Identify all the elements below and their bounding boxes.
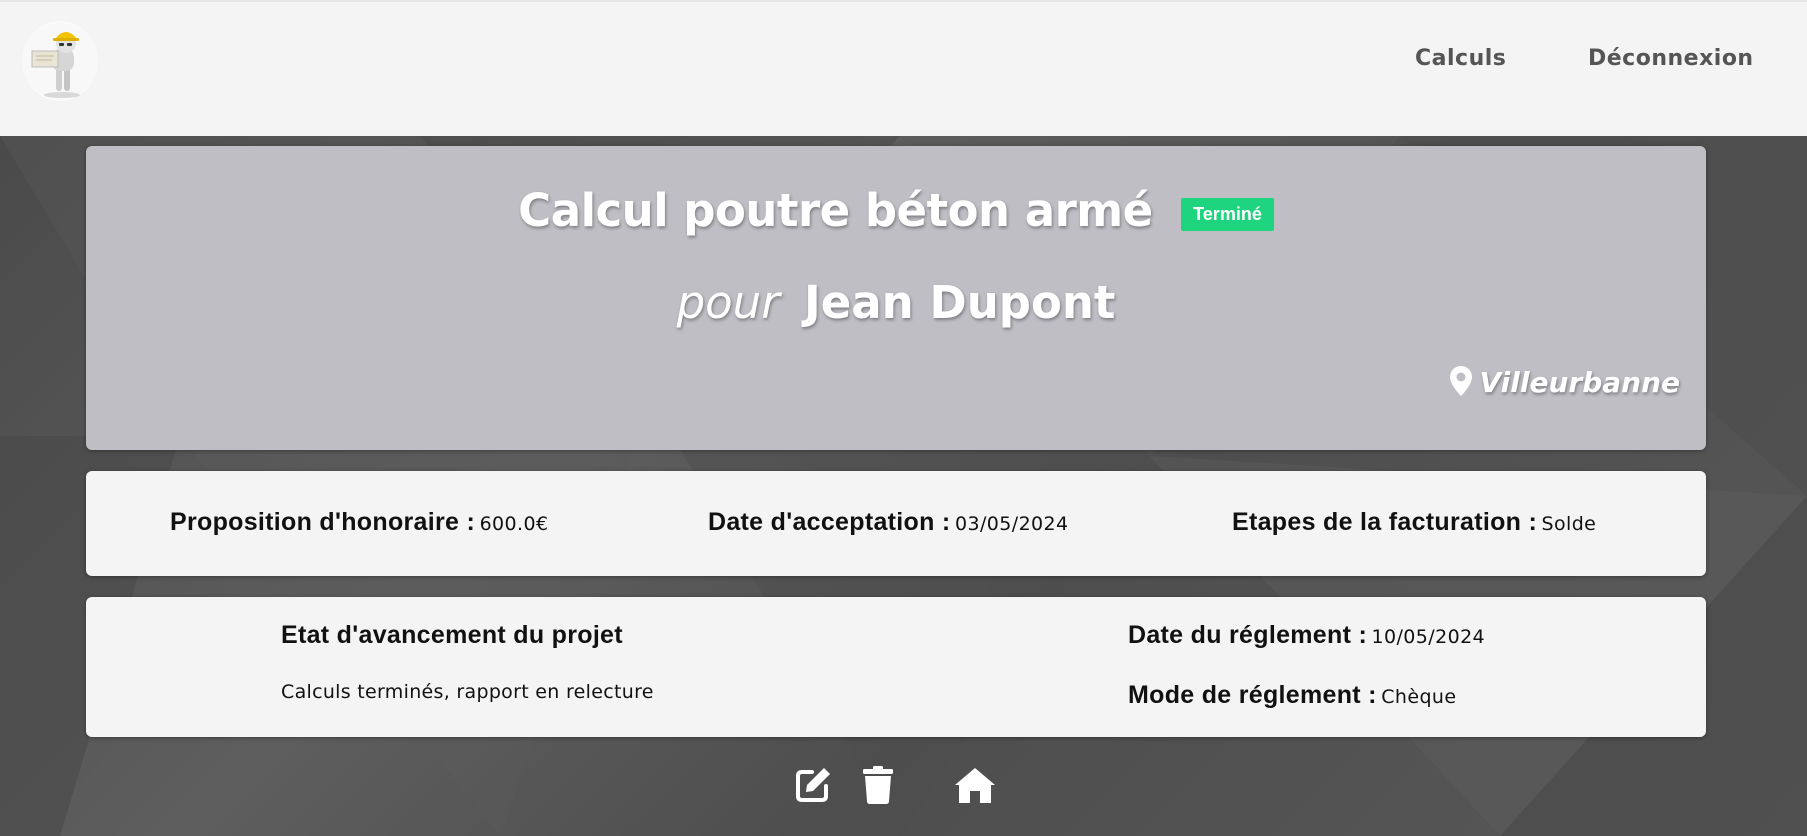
etapes-value: Solde bbox=[1541, 513, 1597, 535]
project-details-card: Etat d'avancement du projet Calculs term… bbox=[86, 597, 1706, 737]
etapes-field: Etapes de la facturation : Solde bbox=[1232, 508, 1596, 537]
reglement-mode-field: Mode de réglement : Chèque bbox=[1128, 681, 1456, 710]
client-row: pour Jean Dupont bbox=[86, 276, 1706, 329]
reglement-date-field: Date du réglement : 10/05/2024 bbox=[1128, 621, 1485, 650]
delete-button[interactable] bbox=[862, 766, 894, 809]
reglement-date-value: 10/05/2024 bbox=[1371, 626, 1486, 648]
reglement-date-label: Date du réglement : bbox=[1128, 621, 1368, 649]
home-icon bbox=[955, 768, 995, 803]
project-title: Calcul poutre béton armé bbox=[518, 184, 1153, 237]
project-title-row: Calcul poutre béton armé Terminé bbox=[86, 184, 1706, 237]
home-button[interactable] bbox=[954, 766, 996, 809]
nav-link-calculs[interactable]: Calculs bbox=[1415, 46, 1506, 71]
client-prefix: pour bbox=[676, 276, 780, 329]
engineer-mascot-logo-icon bbox=[22, 23, 98, 99]
etat-title: Etat d'avancement du projet bbox=[281, 621, 623, 649]
location-label: Villeurbanne bbox=[1479, 366, 1681, 399]
project-header-card: Calcul poutre béton armé Terminé pour Je… bbox=[86, 146, 1706, 450]
billing-info-card: Proposition d'honoraire : 600.0€ Date d'… bbox=[86, 471, 1706, 576]
nav-link-deconnexion[interactable]: Déconnexion bbox=[1588, 46, 1754, 71]
honoraire-label: Proposition d'honoraire : bbox=[170, 508, 476, 536]
status-badge: Terminé bbox=[1181, 198, 1274, 231]
honoraire-field: Proposition d'honoraire : 600.0€ bbox=[170, 508, 548, 537]
acceptation-field: Date d'acceptation : 03/05/2024 bbox=[708, 508, 1069, 537]
client-name: Jean Dupont bbox=[804, 276, 1116, 329]
etat-field: Etat d'avancement du projet bbox=[281, 621, 623, 650]
reglement-mode-label: Mode de réglement : bbox=[1128, 681, 1377, 709]
top-navbar: Calculs Déconnexion bbox=[0, 0, 1807, 136]
trash-icon bbox=[863, 766, 893, 804]
edit-icon bbox=[796, 768, 830, 802]
map-marker-icon bbox=[1449, 366, 1472, 396]
honoraire-value: 600.0€ bbox=[479, 513, 549, 535]
acceptation-value: 03/05/2024 bbox=[955, 513, 1069, 535]
reglement-mode-value: Chèque bbox=[1381, 686, 1457, 708]
project-location: Villeurbanne bbox=[1449, 366, 1681, 399]
edit-button[interactable] bbox=[794, 766, 832, 809]
acceptation-label: Date d'acceptation : bbox=[708, 508, 951, 536]
logo[interactable] bbox=[22, 21, 98, 101]
etat-text: Calculs terminés, rapport en relecture bbox=[281, 681, 654, 703]
etapes-label: Etapes de la facturation : bbox=[1232, 508, 1538, 536]
